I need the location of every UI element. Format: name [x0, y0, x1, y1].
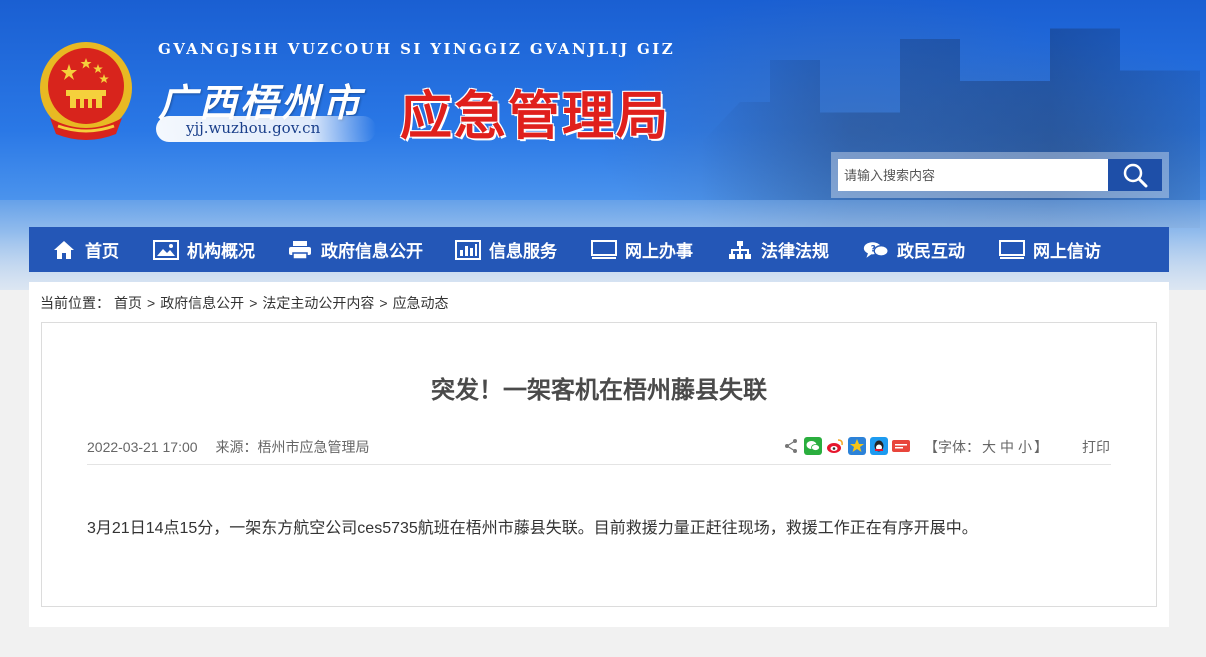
chat-icon: ?	[863, 239, 889, 261]
font-size-label: 【字体：	[924, 439, 980, 455]
article-body: 3月21日14点15分，一架东方航空公司ces5735航班在梧州市藤县失联。目前…	[87, 520, 978, 537]
breadcrumb-prefix: 当前位置：	[40, 295, 110, 311]
font-size-large[interactable]: 大	[982, 439, 996, 455]
qq-icon[interactable]	[870, 437, 888, 455]
breadcrumb-gov-info[interactable]: 政府信息公开	[160, 295, 244, 311]
monitor-icon	[591, 239, 617, 261]
nav-label: 政府信息公开	[321, 242, 423, 262]
search-icon	[1123, 163, 1148, 188]
nav-item-home[interactable]: 首页	[51, 227, 119, 272]
nav-label: 网上办事	[625, 242, 693, 262]
nav-item-interaction[interactable]: ? 政民互动	[863, 227, 965, 272]
breadcrumb-separator: >	[147, 295, 156, 311]
nav-item-online-services[interactable]: 网上办事	[591, 227, 693, 272]
article-title: 突发！一架客机在梧州藤县失联	[431, 376, 767, 404]
header-bureau-title: 应急管理局	[400, 86, 671, 147]
font-size-small[interactable]: 小	[1018, 439, 1032, 455]
monitor-icon	[999, 239, 1025, 261]
search-button[interactable]	[1108, 159, 1162, 191]
font-size-label-close: 】	[1034, 439, 1048, 455]
breadcrumb: 当前位置： 首页 > 政府信息公开 > 法定主动公开内容 > 应急动态	[40, 293, 453, 313]
toutiao-icon[interactable]	[892, 437, 910, 455]
breadcrumb-news[interactable]: 应急动态	[393, 295, 449, 311]
article-meta: 2022-03-21 17:00 来源：梧州市应急管理局	[87, 437, 370, 457]
share-icon	[782, 437, 800, 455]
nav-item-petition[interactable]: 网上信访	[999, 227, 1101, 272]
nav-item-info-service[interactable]: 信息服务	[455, 227, 557, 272]
qzone-icon[interactable]	[848, 437, 866, 455]
breadcrumb-statutory[interactable]: 法定主动公开内容	[262, 295, 374, 311]
share-bar	[782, 436, 914, 456]
print-button[interactable]: 打印	[1082, 437, 1110, 457]
printer-icon	[287, 239, 313, 261]
meta-divider	[87, 464, 1111, 465]
national-emblem-icon	[40, 42, 132, 140]
home-icon	[51, 239, 77, 261]
article-source: 来源：梧州市应急管理局	[215, 439, 370, 455]
image-icon	[153, 239, 179, 261]
breadcrumb-home[interactable]: 首页	[114, 295, 142, 311]
nav-item-gov-info[interactable]: 政府信息公开	[287, 227, 423, 272]
nav-label: 网上信访	[1033, 242, 1101, 262]
search-input[interactable]	[838, 159, 1108, 191]
bar-chart-icon	[455, 239, 481, 261]
sitemap-icon	[727, 239, 753, 261]
font-size-controls: 【字体：大中小】	[924, 437, 1048, 457]
article-date: 2022-03-21 17:00	[87, 439, 198, 455]
nav-label: 信息服务	[489, 242, 557, 262]
nav-item-laws[interactable]: 法律法规	[727, 227, 829, 272]
nav-label: 法律法规	[761, 242, 829, 262]
nav-label: 政民互动	[897, 242, 965, 262]
svg-text:?: ?	[871, 244, 876, 254]
weibo-icon[interactable]	[826, 437, 844, 455]
nav-label: 机构概况	[187, 242, 255, 262]
header-pinyin: GVANGJSIH VUZCOUH SI YINGGIZ GVANJLIJ GI…	[158, 40, 676, 58]
main-nav: 首页 机构概况 政府信息公开 信息服务 网上办事 法律法规 ? 政民互动 网上信…	[29, 227, 1169, 272]
nav-label: 首页	[85, 242, 119, 262]
header-domain[interactable]: yjj.wuzhou.gov.cn	[186, 119, 320, 137]
breadcrumb-separator: >	[249, 295, 258, 311]
wechat-icon[interactable]	[804, 437, 822, 455]
nav-item-about[interactable]: 机构概况	[153, 227, 255, 272]
breadcrumb-separator: >	[379, 295, 388, 311]
font-size-medium[interactable]: 中	[1000, 439, 1014, 455]
